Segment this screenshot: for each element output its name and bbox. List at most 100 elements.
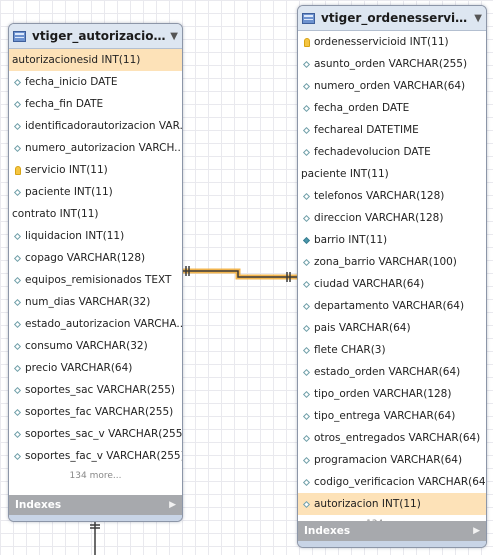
column-row[interactable]: fechadevolucion DATE bbox=[298, 141, 486, 163]
column-row[interactable]: num_dias VARCHAR(32) bbox=[9, 291, 182, 313]
column-row[interactable]: fechareal DATETIME bbox=[298, 119, 486, 141]
collapse-chevron-icon[interactable]: ▼ bbox=[474, 13, 482, 24]
table-vtiger-ordenesservicio[interactable]: vtiger_ordenesservicio ▼ ordenesservicio… bbox=[297, 5, 487, 548]
column-icon bbox=[302, 324, 311, 332]
column-label: servicio INT(11) bbox=[25, 164, 108, 176]
column-icon bbox=[13, 386, 22, 394]
column-row[interactable]: estado_autorizacion VARCHA... bbox=[9, 313, 182, 335]
expand-arrow-icon[interactable]: ▶ bbox=[473, 526, 480, 536]
column-label: asunto_orden VARCHAR(255) bbox=[314, 58, 468, 70]
column-row[interactable]: fecha_fin DATE bbox=[9, 93, 182, 115]
relationship-autorizacion[interactable] bbox=[181, 266, 297, 282]
column-row[interactable]: departamento VARCHAR(64) bbox=[298, 295, 486, 317]
column-row[interactable]: zona_barrio VARCHAR(100) bbox=[298, 251, 486, 273]
column-row[interactable]: identificadorautorizacion VAR... bbox=[9, 115, 182, 137]
column-label: flete CHAR(3) bbox=[314, 344, 386, 356]
column-label: equipos_remisionados TEXT bbox=[25, 274, 172, 286]
expand-arrow-icon[interactable]: ▶ bbox=[169, 500, 176, 510]
column-row[interactable]: soportes_fac_v VARCHAR(255) bbox=[9, 445, 182, 467]
column-row[interactable]: ciudad VARCHAR(64) bbox=[298, 273, 486, 295]
column-icon bbox=[302, 258, 311, 266]
relationship-bottom[interactable] bbox=[90, 520, 100, 555]
column-row[interactable]: asunto_orden VARCHAR(255) bbox=[298, 53, 486, 75]
column-icon bbox=[13, 320, 22, 328]
column-icon bbox=[13, 144, 22, 152]
column-row[interactable]: ordenesservicioid INT(11) bbox=[298, 31, 486, 53]
column-row[interactable]: fecha_inicio DATE bbox=[9, 71, 182, 93]
column-row[interactable]: consumo VARCHAR(32) bbox=[9, 335, 182, 357]
table-header[interactable]: vtiger_ordenesservicio ▼ bbox=[298, 6, 486, 31]
column-label: barrio INT(11) bbox=[314, 234, 388, 246]
column-label: ciudad VARCHAR(64) bbox=[314, 278, 425, 290]
column-row[interactable]: paciente INT(11) bbox=[298, 163, 486, 185]
column-icon bbox=[13, 364, 22, 372]
column-row[interactable]: numero_orden VARCHAR(64) bbox=[298, 75, 486, 97]
column-row[interactable]: estado_orden VARCHAR(64) bbox=[298, 361, 486, 383]
column-icon bbox=[13, 276, 22, 284]
column-label: num_dias VARCHAR(32) bbox=[25, 296, 151, 308]
column-icon bbox=[302, 192, 311, 200]
indexes-label: Indexes bbox=[304, 525, 351, 537]
more-columns-label[interactable]: 134 more... bbox=[9, 467, 182, 485]
column-row[interactable]: flete CHAR(3) bbox=[298, 339, 486, 361]
column-row[interactable]: tipo_orden VARCHAR(128) bbox=[298, 383, 486, 405]
column-row[interactable]: soportes_sac_v VARCHAR(255) bbox=[9, 423, 182, 445]
column-label: fechareal DATETIME bbox=[314, 124, 419, 136]
column-row[interactable]: contrato INT(11) bbox=[9, 203, 182, 225]
column-row[interactable]: soportes_sac VARCHAR(255) bbox=[9, 379, 182, 401]
column-row[interactable]: barrio INT(11) bbox=[298, 229, 486, 251]
column-row[interactable]: copago VARCHAR(128) bbox=[9, 247, 182, 269]
column-row[interactable]: servicio INT(11) bbox=[9, 159, 182, 181]
column-row[interactable]: tipo_entrega VARCHAR(64) bbox=[298, 405, 486, 427]
column-icon bbox=[302, 60, 311, 68]
column-row[interactable]: liquidacion INT(11) bbox=[9, 225, 182, 247]
table-title: vtiger_autorizacio... bbox=[32, 29, 167, 43]
column-label: ordenesservicioid INT(11) bbox=[314, 36, 449, 48]
column-label: tipo_orden VARCHAR(128) bbox=[314, 388, 452, 400]
column-label: numero_orden VARCHAR(64) bbox=[314, 80, 466, 92]
column-icon bbox=[302, 456, 311, 464]
column-icon bbox=[13, 430, 22, 438]
column-icon bbox=[302, 478, 311, 486]
column-row[interactable]: direccion VARCHAR(128) bbox=[298, 207, 486, 229]
column-icon bbox=[13, 342, 22, 350]
table-icon bbox=[13, 30, 26, 42]
column-row[interactable]: otros_entregados VARCHAR(64) bbox=[298, 427, 486, 449]
column-row[interactable]: pais VARCHAR(64) bbox=[298, 317, 486, 339]
column-row[interactable]: autorizacionesid INT(11) bbox=[9, 49, 182, 71]
table-header[interactable]: vtiger_autorizacio... ▼ bbox=[9, 24, 182, 49]
collapse-chevron-icon[interactable]: ▼ bbox=[170, 31, 178, 42]
column-icon bbox=[13, 452, 22, 460]
column-row[interactable]: programacion VARCHAR(64) bbox=[298, 449, 486, 471]
column-icon bbox=[302, 390, 311, 398]
column-row[interactable]: numero_autorizacion VARCH... bbox=[9, 137, 182, 159]
column-label: fecha_orden DATE bbox=[314, 102, 410, 114]
column-icon bbox=[13, 122, 22, 130]
column-row[interactable]: telefonos VARCHAR(128) bbox=[298, 185, 486, 207]
table-footer bbox=[9, 515, 182, 521]
column-label: codigo_verificacion VARCHAR(64) bbox=[314, 476, 486, 488]
indexes-section[interactable]: Indexes ▶ bbox=[298, 521, 486, 541]
column-label: precio VARCHAR(64) bbox=[25, 362, 133, 374]
column-row[interactable]: precio VARCHAR(64) bbox=[9, 357, 182, 379]
column-list: autorizacionesid INT(11) fecha_inicio DAT… bbox=[9, 49, 182, 467]
column-row[interactable]: fecha_orden DATE bbox=[298, 97, 486, 119]
column-label: autorizacionesid INT(11) bbox=[12, 54, 141, 66]
column-row[interactable]: equipos_remisionados TEXT bbox=[9, 269, 182, 291]
column-row[interactable]: codigo_verificacion VARCHAR(64) bbox=[298, 471, 486, 493]
column-icon bbox=[302, 148, 311, 156]
column-row[interactable]: autorizacion INT(11) bbox=[298, 493, 486, 515]
column-icon bbox=[302, 104, 311, 112]
column-label: soportes_sac_v VARCHAR(255) bbox=[25, 428, 182, 440]
column-row[interactable]: paciente INT(11) bbox=[9, 181, 182, 203]
column-label: telefonos VARCHAR(128) bbox=[314, 190, 445, 202]
column-label: programacion VARCHAR(64) bbox=[314, 454, 463, 466]
column-icon bbox=[13, 188, 22, 196]
column-label: otros_entregados VARCHAR(64) bbox=[314, 432, 481, 444]
column-row[interactable]: soportes_fac VARCHAR(255) bbox=[9, 401, 182, 423]
indexes-label: Indexes bbox=[15, 499, 62, 511]
column-label: fechadevolucion DATE bbox=[314, 146, 431, 158]
indexes-section[interactable]: Indexes ▶ bbox=[9, 495, 182, 515]
column-icon bbox=[302, 302, 311, 310]
table-vtiger-autorizaciones[interactable]: vtiger_autorizacio... ▼ autorizacionesid… bbox=[8, 23, 183, 522]
